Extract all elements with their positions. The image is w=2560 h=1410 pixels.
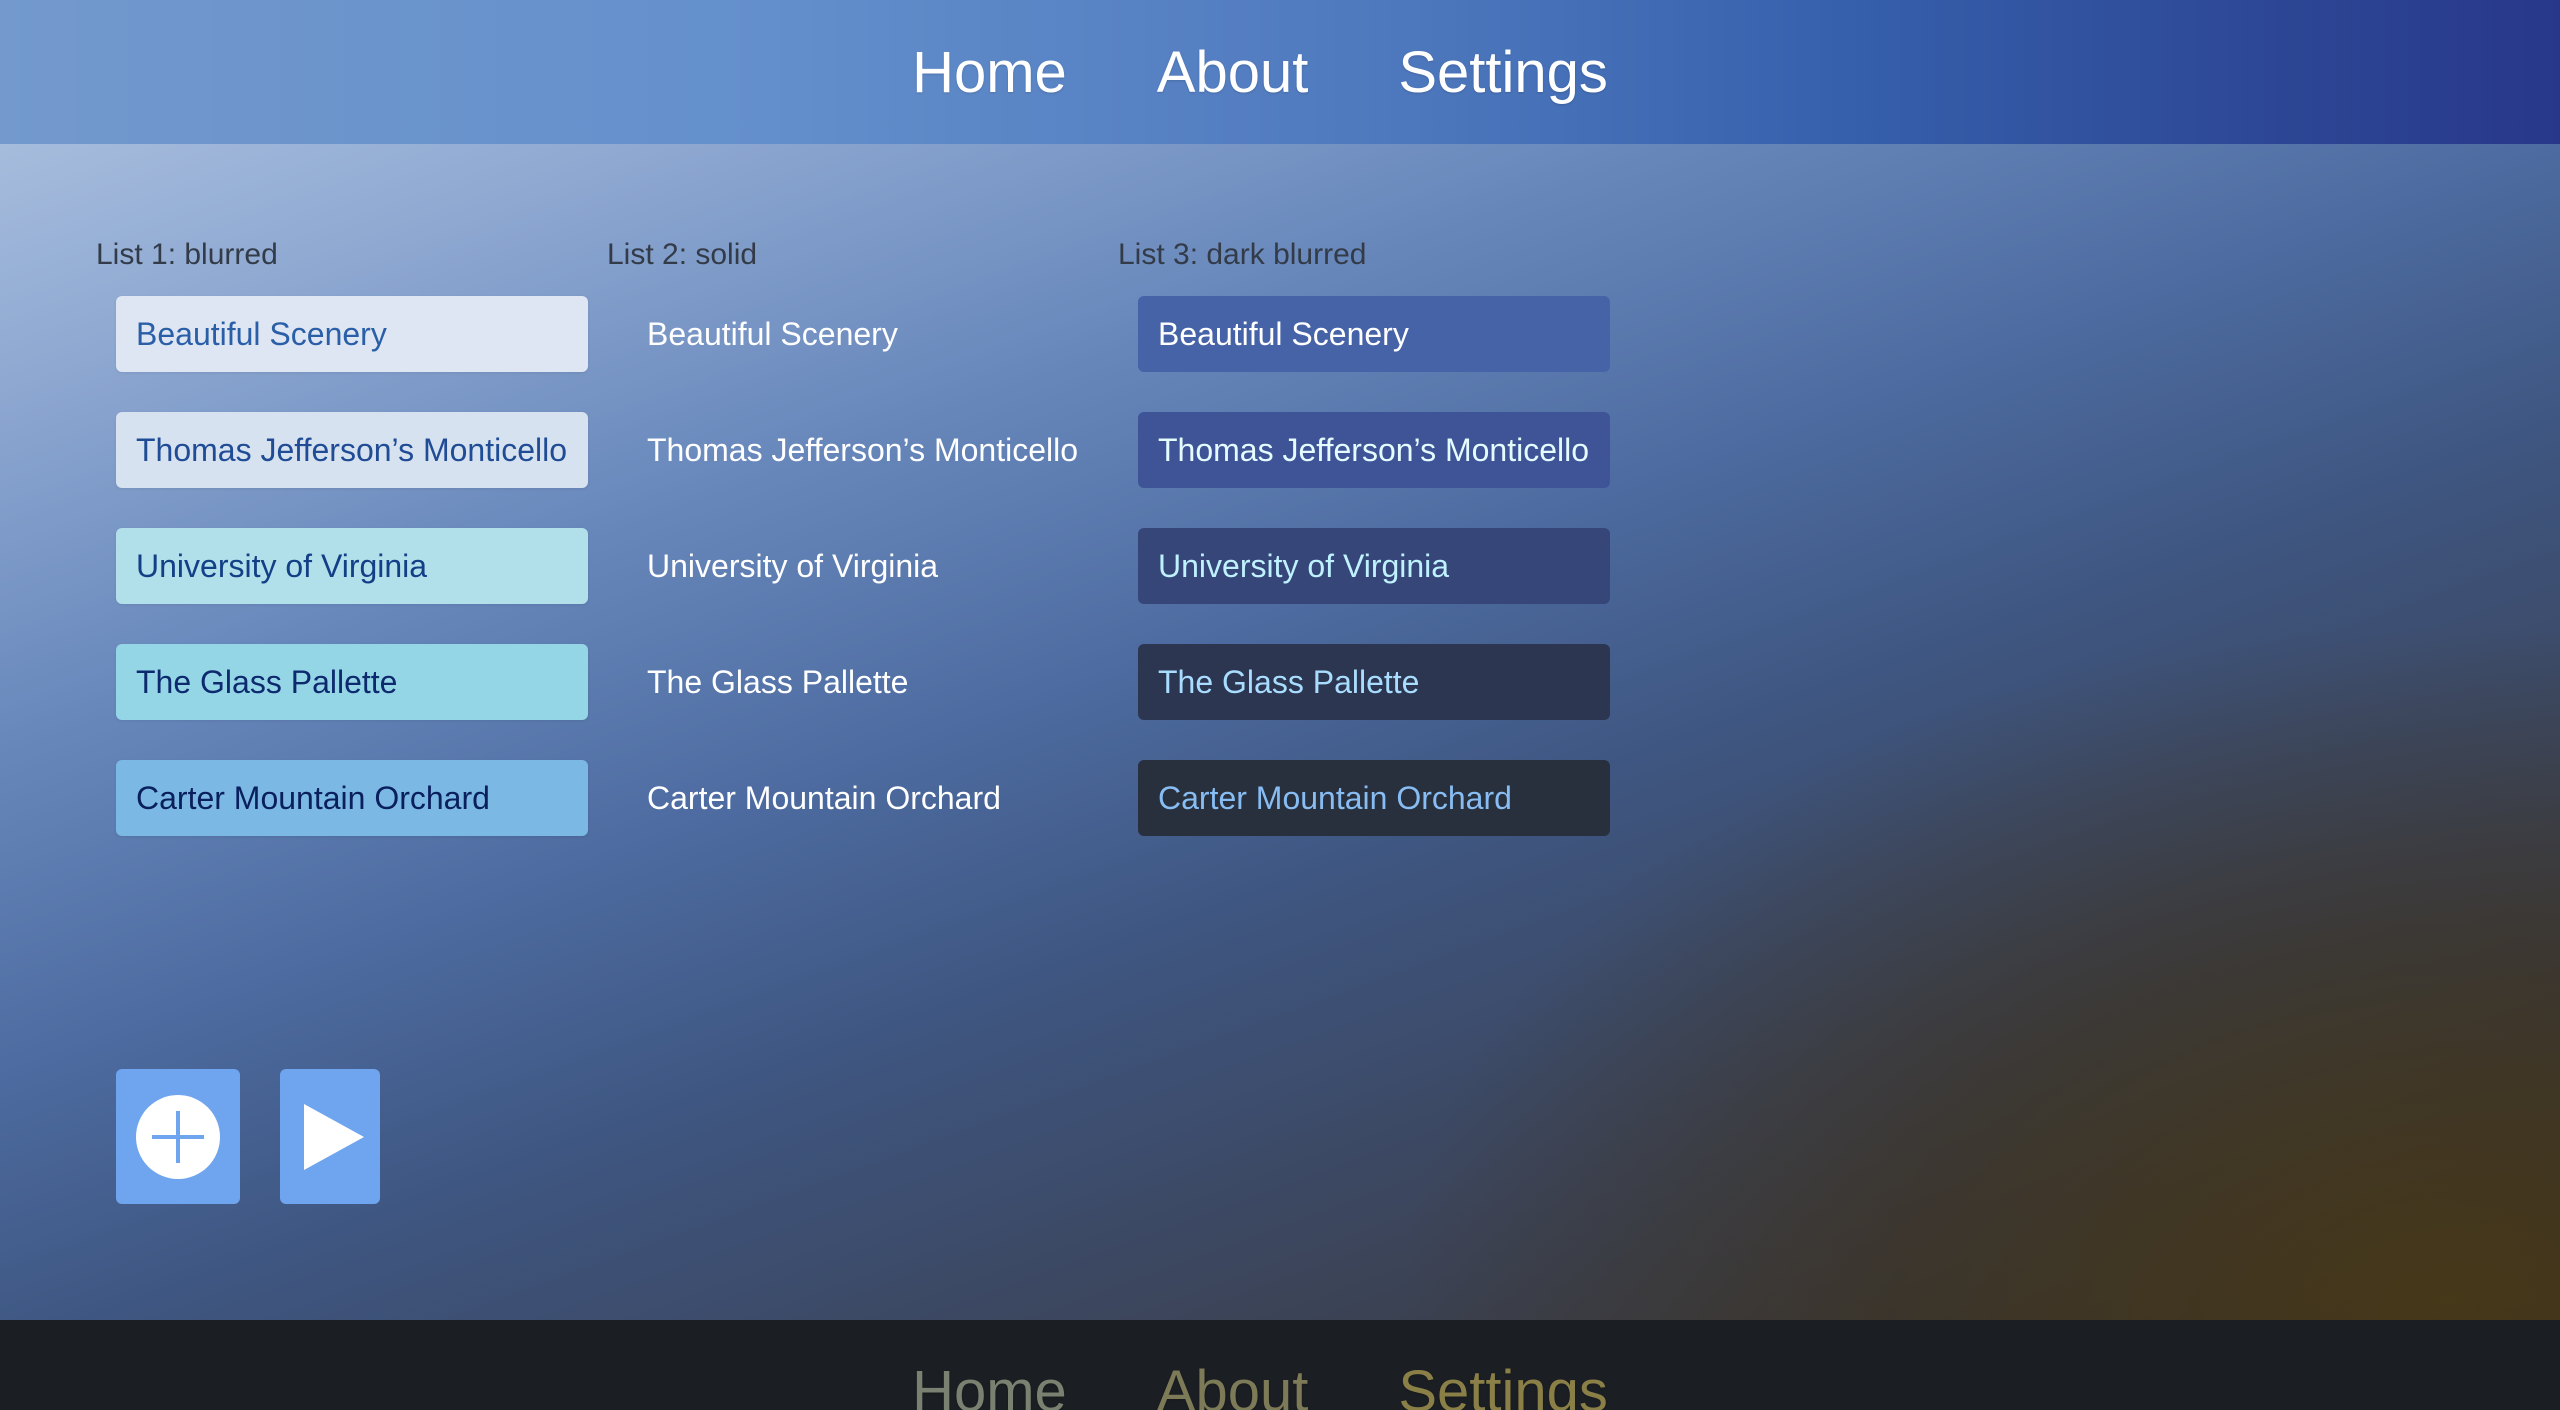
nav-settings[interactable]: Settings (1398, 39, 1608, 106)
nav-home[interactable]: Home (912, 1358, 1067, 1410)
list-item[interactable]: University of Virginia (1138, 528, 1610, 604)
list-solid: List 2: solid Beautiful Scenery Thomas J… (607, 238, 1078, 816)
list-dark-blurred: List 3: dark blurred Beautiful Scenery T… (1118, 238, 1610, 836)
add-button[interactable] (116, 1069, 240, 1204)
top-nav: Home About Settings (0, 0, 2560, 144)
list-title: List 2: solid (607, 238, 758, 271)
nav-about[interactable]: About (1157, 39, 1309, 106)
play-icon (304, 1103, 364, 1170)
list-item[interactable]: The Glass Pallette (627, 644, 1099, 720)
list-item[interactable]: Thomas Jefferson’s Monticello (1138, 412, 1610, 488)
bottom-nav: Home About Settings (0, 1320, 2560, 1410)
list-item[interactable]: Carter Mountain Orchard (1138, 760, 1610, 836)
list-item[interactable]: Thomas Jefferson’s Monticello (627, 412, 1099, 488)
nav-home[interactable]: Home (912, 39, 1067, 106)
plus-circle-icon (136, 1094, 220, 1179)
list-item[interactable]: Beautiful Scenery (116, 296, 588, 372)
list-item[interactable]: Thomas Jefferson’s Monticello (116, 412, 588, 488)
list-item[interactable]: The Glass Pallette (116, 644, 588, 720)
list-item[interactable]: Carter Mountain Orchard (627, 760, 1099, 836)
list-item[interactable]: University of Virginia (627, 528, 1099, 604)
list-title: List 1: blurred (96, 238, 278, 271)
list-item[interactable]: The Glass Pallette (1138, 644, 1610, 720)
nav-settings[interactable]: Settings (1398, 1358, 1608, 1410)
list-title: List 3: dark blurred (1118, 238, 1367, 271)
list-item[interactable]: Beautiful Scenery (1138, 296, 1610, 372)
list-item[interactable]: Beautiful Scenery (627, 296, 1099, 372)
list-item[interactable]: University of Virginia (116, 528, 588, 604)
list-blurred: List 1: blurred Beautiful Scenery Thomas… (96, 238, 588, 836)
play-button[interactable] (280, 1069, 380, 1204)
nav-about[interactable]: About (1157, 1358, 1309, 1410)
list-item[interactable]: Carter Mountain Orchard (116, 760, 588, 836)
